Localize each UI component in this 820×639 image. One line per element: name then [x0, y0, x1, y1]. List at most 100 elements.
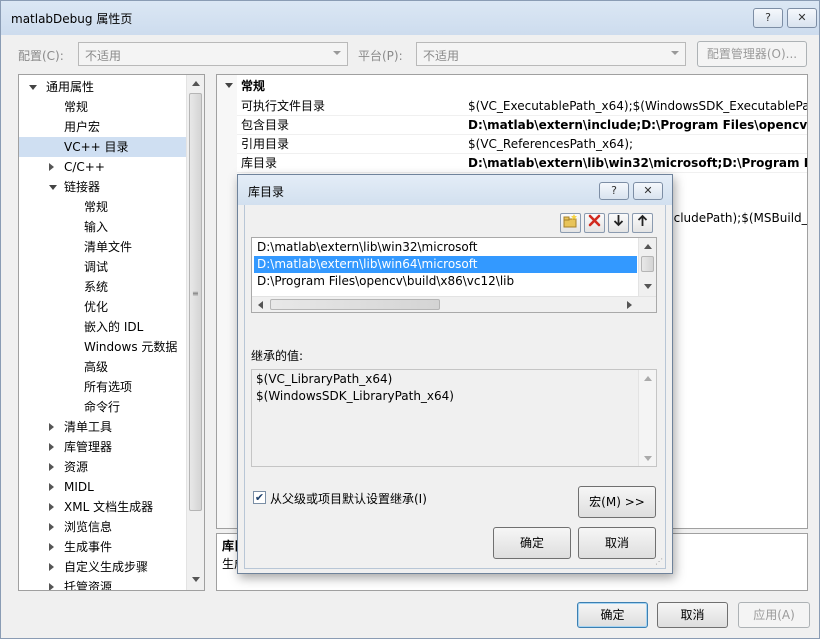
- collapsed-arrow-icon[interactable]: [49, 423, 54, 431]
- list-hscroll-thumb[interactable]: [270, 299, 440, 310]
- directory-list-item[interactable]: D:\matlab\extern\lib\win32\microsoft: [254, 239, 637, 256]
- dialog-help-button[interactable]: ?: [599, 182, 629, 200]
- tree-item[interactable]: 浏览信息: [19, 517, 186, 537]
- property-value: $(VC_ExecutablePath_x64);$(WindowsSDK_Ex…: [468, 99, 808, 113]
- collapsed-arrow-icon[interactable]: [49, 543, 54, 551]
- platform-select[interactable]: 不适用: [416, 42, 686, 66]
- tree-item[interactable]: 输入: [19, 217, 186, 237]
- inherited-values-box: $(VC_LibraryPath_x64) $(WindowsSDK_Librar…: [251, 369, 657, 467]
- directory-list-item[interactable]: D:\Program Files\opencv\build\x86\vc12\l…: [254, 273, 637, 290]
- dialog-close-button[interactable]: ✕: [633, 182, 663, 200]
- dialog-title-bar: 库目录 ? ✕: [238, 175, 672, 205]
- collapsed-arrow-icon[interactable]: [49, 583, 54, 590]
- platform-value: 不适用: [423, 49, 460, 63]
- config-select[interactable]: 不适用: [78, 42, 348, 66]
- scroll-up-icon[interactable]: [644, 244, 652, 249]
- scroll-down-icon[interactable]: [192, 577, 200, 582]
- collapsed-arrow-icon[interactable]: [49, 523, 54, 531]
- directory-list-item[interactable]: D:\matlab\extern\lib\win64\microsoft: [254, 256, 637, 273]
- tree-item[interactable]: XML 文档生成器: [19, 497, 186, 517]
- tree-scroll-thumb[interactable]: [189, 93, 202, 511]
- tree-item[interactable]: C/C++: [19, 157, 186, 177]
- property-value: D:\matlab\extern\lib\win32\microsoft;D:\…: [468, 156, 808, 170]
- tree-item[interactable]: 生成事件: [19, 537, 186, 557]
- expanded-arrow-icon[interactable]: [29, 85, 37, 90]
- collapsed-arrow-icon[interactable]: [49, 483, 54, 491]
- list-scroll-thumb[interactable]: [641, 256, 654, 272]
- tree-item-label: 托管资源: [64, 580, 113, 591]
- scroll-up-icon[interactable]: [644, 376, 652, 381]
- config-manager-button[interactable]: 配置管理器(O)...: [697, 41, 807, 67]
- ok-button[interactable]: 确定: [577, 602, 648, 628]
- tree-item[interactable]: 资源: [19, 457, 186, 477]
- collapsed-arrow-icon[interactable]: [49, 563, 54, 571]
- apply-button[interactable]: 应用(A): [738, 602, 810, 628]
- property-row[interactable]: 包含目录 D:\matlab\extern\include;D:\Program …: [237, 116, 807, 135]
- inherited-scrollbar[interactable]: [638, 370, 656, 466]
- tree-item-label: 嵌入的 IDL: [84, 320, 144, 334]
- tree-item[interactable]: 优化: [19, 297, 186, 317]
- property-pages-window: matlabDebug 属性页 ? ✕ 配置(C): 不适用 平台(P): 不适…: [0, 0, 820, 639]
- tree-item[interactable]: 自定义生成步骤: [19, 557, 186, 577]
- tree-item[interactable]: 清单文件: [19, 237, 186, 257]
- tree-item[interactable]: MIDL: [19, 477, 186, 497]
- tree-item[interactable]: 高级: [19, 357, 186, 377]
- property-row[interactable]: 库目录 D:\matlab\extern\lib\win32\microsoft;…: [237, 154, 808, 173]
- tree-item[interactable]: 通用属性: [19, 77, 186, 97]
- scroll-down-icon[interactable]: [644, 456, 652, 461]
- tree-item-label: 库管理器: [64, 440, 113, 454]
- list-vscrollbar[interactable]: [638, 238, 656, 296]
- tree-item[interactable]: 用户宏: [19, 117, 186, 137]
- tree-item-label: VC++ 目录: [64, 140, 129, 154]
- tree-item-label: 自定义生成步骤: [64, 560, 149, 574]
- category-tree[interactable]: 通用属性 常规 用户宏 VC++ 目录 C/C++ 链接器 常规 输入 清单文件 调试 系统 优化 嵌入…: [18, 74, 205, 591]
- tree-item[interactable]: 托管资源: [19, 577, 186, 591]
- tree-item[interactable]: 所有选项: [19, 377, 186, 397]
- tree-item-label: 清单文件: [84, 240, 133, 254]
- tree-item[interactable]: 库管理器: [19, 437, 186, 457]
- macro-button[interactable]: 宏(M) >>: [578, 486, 656, 518]
- tree-item-label: XML 文档生成器: [64, 500, 154, 514]
- tree-item[interactable]: Windows 元数据: [19, 337, 186, 357]
- expanded-arrow-icon[interactable]: [49, 185, 57, 190]
- tree-item[interactable]: 嵌入的 IDL: [19, 317, 186, 337]
- inherited-value: $(WindowsSDK_LibraryPath_x64): [256, 389, 454, 403]
- tree-item[interactable]: 调试: [19, 257, 186, 277]
- tree-item[interactable]: 命令行: [19, 397, 186, 417]
- window-title: matlabDebug 属性页: [11, 12, 133, 26]
- scroll-down-icon[interactable]: [644, 284, 652, 289]
- property-row[interactable]: 可执行文件目录 $(VC_ExecutablePath_x64);$(Window…: [237, 97, 808, 116]
- tree-item[interactable]: VC++ 目录: [19, 137, 186, 157]
- collapsed-arrow-icon[interactable]: [49, 163, 54, 171]
- tree-item-label: 清单工具: [64, 420, 113, 434]
- collapsed-arrow-icon[interactable]: [49, 503, 54, 511]
- tree-item[interactable]: 常规: [19, 97, 186, 117]
- list-hscrollbar[interactable]: [252, 296, 656, 312]
- inherited-value: $(VC_LibraryPath_x64): [256, 372, 393, 386]
- collapsed-arrow-icon[interactable]: [49, 443, 54, 451]
- tree-item[interactable]: 清单工具: [19, 417, 186, 437]
- move-up-button[interactable]: [632, 213, 653, 233]
- new-line-button[interactable]: [560, 213, 581, 233]
- collapsed-arrow-icon[interactable]: [49, 463, 54, 471]
- resize-grip-icon[interactable]: ⋰: [655, 557, 663, 566]
- scroll-up-icon[interactable]: [192, 81, 200, 86]
- tree-item[interactable]: 系统: [19, 277, 186, 297]
- property-row[interactable]: 引用目录 $(VC_ReferencesPath_x64);: [237, 135, 807, 154]
- directory-list[interactable]: D:\matlab\extern\lib\win32\microsoft D:\m…: [251, 237, 657, 313]
- section-expand-icon[interactable]: [225, 83, 233, 88]
- scroll-right-icon[interactable]: [627, 301, 632, 309]
- tree-item[interactable]: 链接器: [19, 177, 186, 197]
- dialog-ok-button[interactable]: 确定: [493, 527, 571, 559]
- grid-gutter: [217, 75, 237, 528]
- inherit-checkbox[interactable]: ✔: [253, 491, 266, 504]
- delete-line-button[interactable]: [584, 213, 605, 233]
- scroll-left-icon[interactable]: [258, 301, 263, 309]
- close-button[interactable]: ✕: [787, 8, 817, 28]
- move-down-button[interactable]: [608, 213, 629, 233]
- help-button[interactable]: ?: [753, 8, 783, 28]
- dialog-cancel-button[interactable]: 取消: [578, 527, 656, 559]
- tree-item[interactable]: 常规: [19, 197, 186, 217]
- cancel-button[interactable]: 取消: [657, 602, 728, 628]
- tree-scrollbar[interactable]: ≡: [186, 75, 204, 590]
